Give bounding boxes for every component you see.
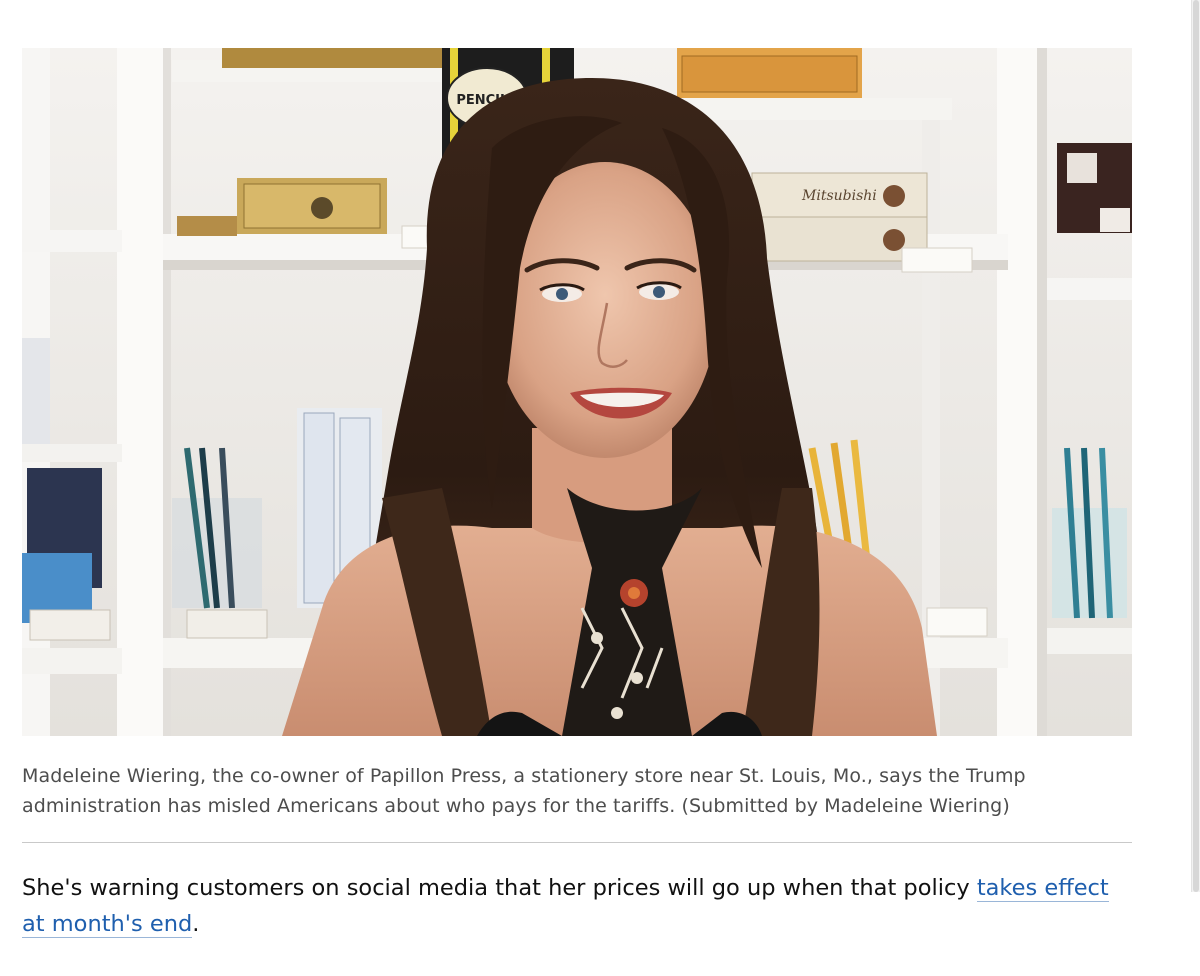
paragraph-text: She's warning customers on social media …	[22, 875, 977, 901]
paragraph-end: .	[192, 911, 200, 937]
box-label: Mitsubishi	[801, 188, 877, 204]
photo-caption: Madeleine Wiering, the co-owner of Papil…	[22, 765, 1026, 817]
divider	[22, 842, 1132, 843]
photo-illustration: PENCILS Mitsubishi	[22, 48, 1132, 736]
scrollbar[interactable]	[1191, 0, 1200, 892]
article-photo: PENCILS Mitsubishi	[22, 48, 1132, 736]
article-paragraph: She's warning customers on social media …	[22, 870, 1132, 942]
article: PENCILS Mitsubishi Madeleine Wiering, th…	[22, 48, 1132, 965]
scrollbar-thumb[interactable]	[1193, 0, 1199, 892]
